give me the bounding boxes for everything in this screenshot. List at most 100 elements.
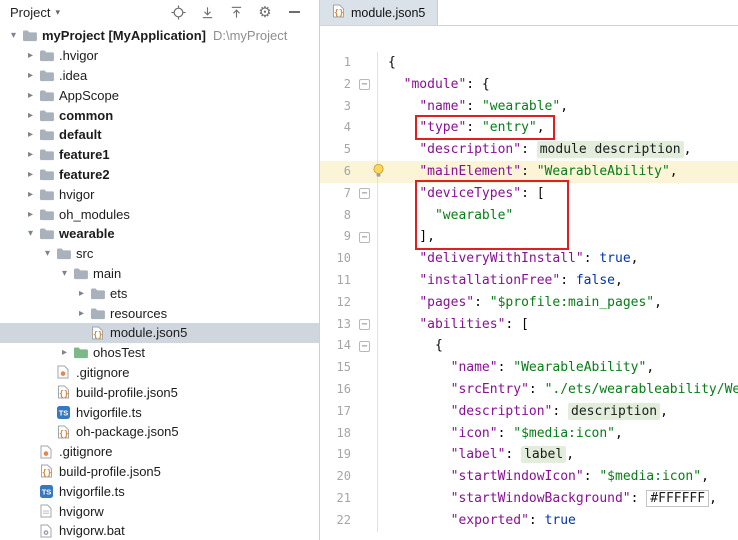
code-text: "srcEntry": "./ets/wearableability/Wear [378,379,738,401]
tree-item-feature1[interactable]: ▸ feature1 [0,145,319,165]
chevron-expanded-icon[interactable]: ▾ [40,248,55,259]
code-line-15[interactable]: 15 "name": "WearableAbility", [320,357,738,379]
tree-item-oh-modules[interactable]: ▸ oh_modules [0,204,319,224]
tree-item-hvigorfile[interactable]: TS hvigorfile.ts [0,481,319,501]
code-line-20[interactable]: 20 "startWindowIcon": "$media:icon", [320,466,738,488]
chevron-collapsed-icon[interactable]: ▸ [23,209,38,220]
code-line-18[interactable]: 18 "icon": "$media:icon", [320,422,738,445]
tree-item-main[interactable]: ▾ main [0,264,319,284]
chevron-collapsed-icon[interactable]: ▸ [23,149,38,160]
tree-item-oh-package[interactable]: {} oh-package.json5 [0,422,319,442]
project-view-selector[interactable]: Project ▾ [10,5,60,20]
code-line-13[interactable]: 13− "abilities": [ [320,313,738,336]
token: : [528,512,545,528]
tree-item-wearable-hvigorfile[interactable]: TS hvigorfile.ts [0,402,319,422]
tree-item-label: .idea [59,67,88,83]
intention-bulb-icon[interactable] [372,163,386,179]
token: "deliveryWithInstall" [419,251,584,267]
code-line-3[interactable]: 3 "name": "wearable", [320,95,738,118]
fold-end-icon[interactable]: − [359,231,370,243]
gutter: 10 [320,248,378,270]
tree-item-hvigorw-bat[interactable]: hvigorw.bat [0,521,319,540]
code-line-4[interactable]: 4 "type": "entry", [320,117,738,140]
tree-item-hvigorw[interactable]: hvigorw [0,501,319,521]
line-number: 13 [336,316,351,331]
tree-item-feature2[interactable]: ▸ feature2 [0,165,319,185]
chevron-expanded-icon[interactable]: ▾ [57,268,72,279]
code-line-9[interactable]: 9− ], [320,226,738,249]
fold-column [359,270,377,292]
code-text: "name": "wearable", [378,96,568,118]
fold-start-icon[interactable]: − [359,79,370,91]
token: "name" [450,360,498,376]
collapse-all-icon[interactable] [227,3,245,21]
chevron-collapsed-icon[interactable]: ▸ [23,110,38,121]
code-line-21[interactable]: 21 "startWindowBackground": #FFFFFF, [320,487,738,510]
code-line-17[interactable]: 17 "description": description, [320,400,738,423]
code-line-16[interactable]: 16 "srcEntry": "./ets/wearableability/We… [320,378,738,401]
chevron-expanded-icon[interactable]: ▾ [23,228,38,239]
settings-icon[interactable]: ⚙ [256,3,274,21]
tree-item-build-profile[interactable]: {} build-profile.json5 [0,462,319,482]
fold-column [359,510,377,532]
code-line-7[interactable]: 7− "deviceTypes": [ [320,182,738,205]
code-line-5[interactable]: 5 "description": module description, [320,139,738,161]
chevron-collapsed-icon[interactable]: ▸ [74,288,89,299]
token: false [575,272,615,288]
tree-item-wearable-build-profile[interactable]: {} build-profile.json5 [0,382,319,402]
tree-item-dot-hvigor[interactable]: ▸ .hvigor [0,46,319,66]
code-line-8[interactable]: 8 "wearable" [320,204,738,227]
chevron-collapsed-icon[interactable]: ▸ [23,50,38,61]
line-number: 4 [343,120,351,135]
tab-module-json5[interactable]: {} module.json5 [320,0,439,25]
folder-icon [89,285,105,301]
code-line-10[interactable]: 10 "deliveryWithInstall": true, [320,248,738,270]
tree-item-gitignore[interactable]: .gitignore [0,442,319,462]
bat-icon [38,523,54,539]
code-line-22[interactable]: 22 "exported": true [320,509,738,532]
code-line-1[interactable]: 1{ [320,52,738,74]
fold-start-icon[interactable]: − [359,188,370,200]
chevron-collapsed-icon[interactable]: ▸ [57,347,72,358]
token: : [521,163,537,179]
locate-icon[interactable] [169,3,187,21]
tree-item-dot-idea[interactable]: ▸ .idea [0,66,319,86]
expand-all-icon[interactable] [198,3,216,21]
tree-item-root[interactable]: ▾ myProject [MyApplication] D:\myProject [0,26,319,46]
chevron-collapsed-icon[interactable]: ▸ [23,189,38,200]
fold-column [359,379,377,401]
chevron-collapsed-icon[interactable]: ▸ [23,70,38,81]
fold-start-icon[interactable]: − [359,340,370,352]
fold-start-icon[interactable]: − [359,318,370,330]
tree-item-label: hvigorw.bat [59,523,125,539]
token: "$media:icon" [599,469,702,485]
tree-item-module-json5[interactable]: {} module.json5 [0,322,319,343]
chevron-collapsed-icon[interactable]: ▸ [23,129,38,140]
tree-item-ohostest[interactable]: ▸ ohosTest [0,343,319,363]
tree-item-appscope[interactable]: ▸ AppScope [0,85,319,105]
token: "$media:icon" [513,425,615,441]
code-line-12[interactable]: 12 "pages": "$profile:main_pages", [320,291,738,314]
tree-item-wearable[interactable]: ▾ wearable [0,224,319,244]
hide-icon[interactable] [285,3,303,21]
tree-item-wearable-gitignore[interactable]: .gitignore [0,363,319,383]
project-tree: ▾ myProject [MyApplication] D:\myProject ▸.… [0,24,319,540]
chevron-collapsed-icon[interactable]: ▸ [74,308,89,319]
code-line-11[interactable]: 11 "installationFree": false, [320,269,738,292]
code-line-19[interactable]: 19 "label": label, [320,444,738,467]
svg-text:{}: {} [93,330,103,339]
chevron-collapsed-icon[interactable]: ▸ [23,169,38,180]
chevron-expanded-icon[interactable]: ▾ [6,30,21,41]
code-line-14[interactable]: 14− { [320,335,738,358]
gutter: 6 [320,160,378,183]
chevron-collapsed-icon[interactable]: ▸ [23,90,38,101]
tree-item-default[interactable]: ▸ default [0,125,319,145]
tree-item-hvigor[interactable]: ▸ hvigor [0,184,319,204]
tree-item-common[interactable]: ▸ common [0,105,319,125]
tree-item-ets[interactable]: ▸ ets [0,283,319,303]
tree-item-resources[interactable]: ▸ resources [0,303,319,323]
tree-item-src[interactable]: ▾ src [0,244,319,264]
code-line-2[interactable]: 2− "module": { [320,73,738,96]
